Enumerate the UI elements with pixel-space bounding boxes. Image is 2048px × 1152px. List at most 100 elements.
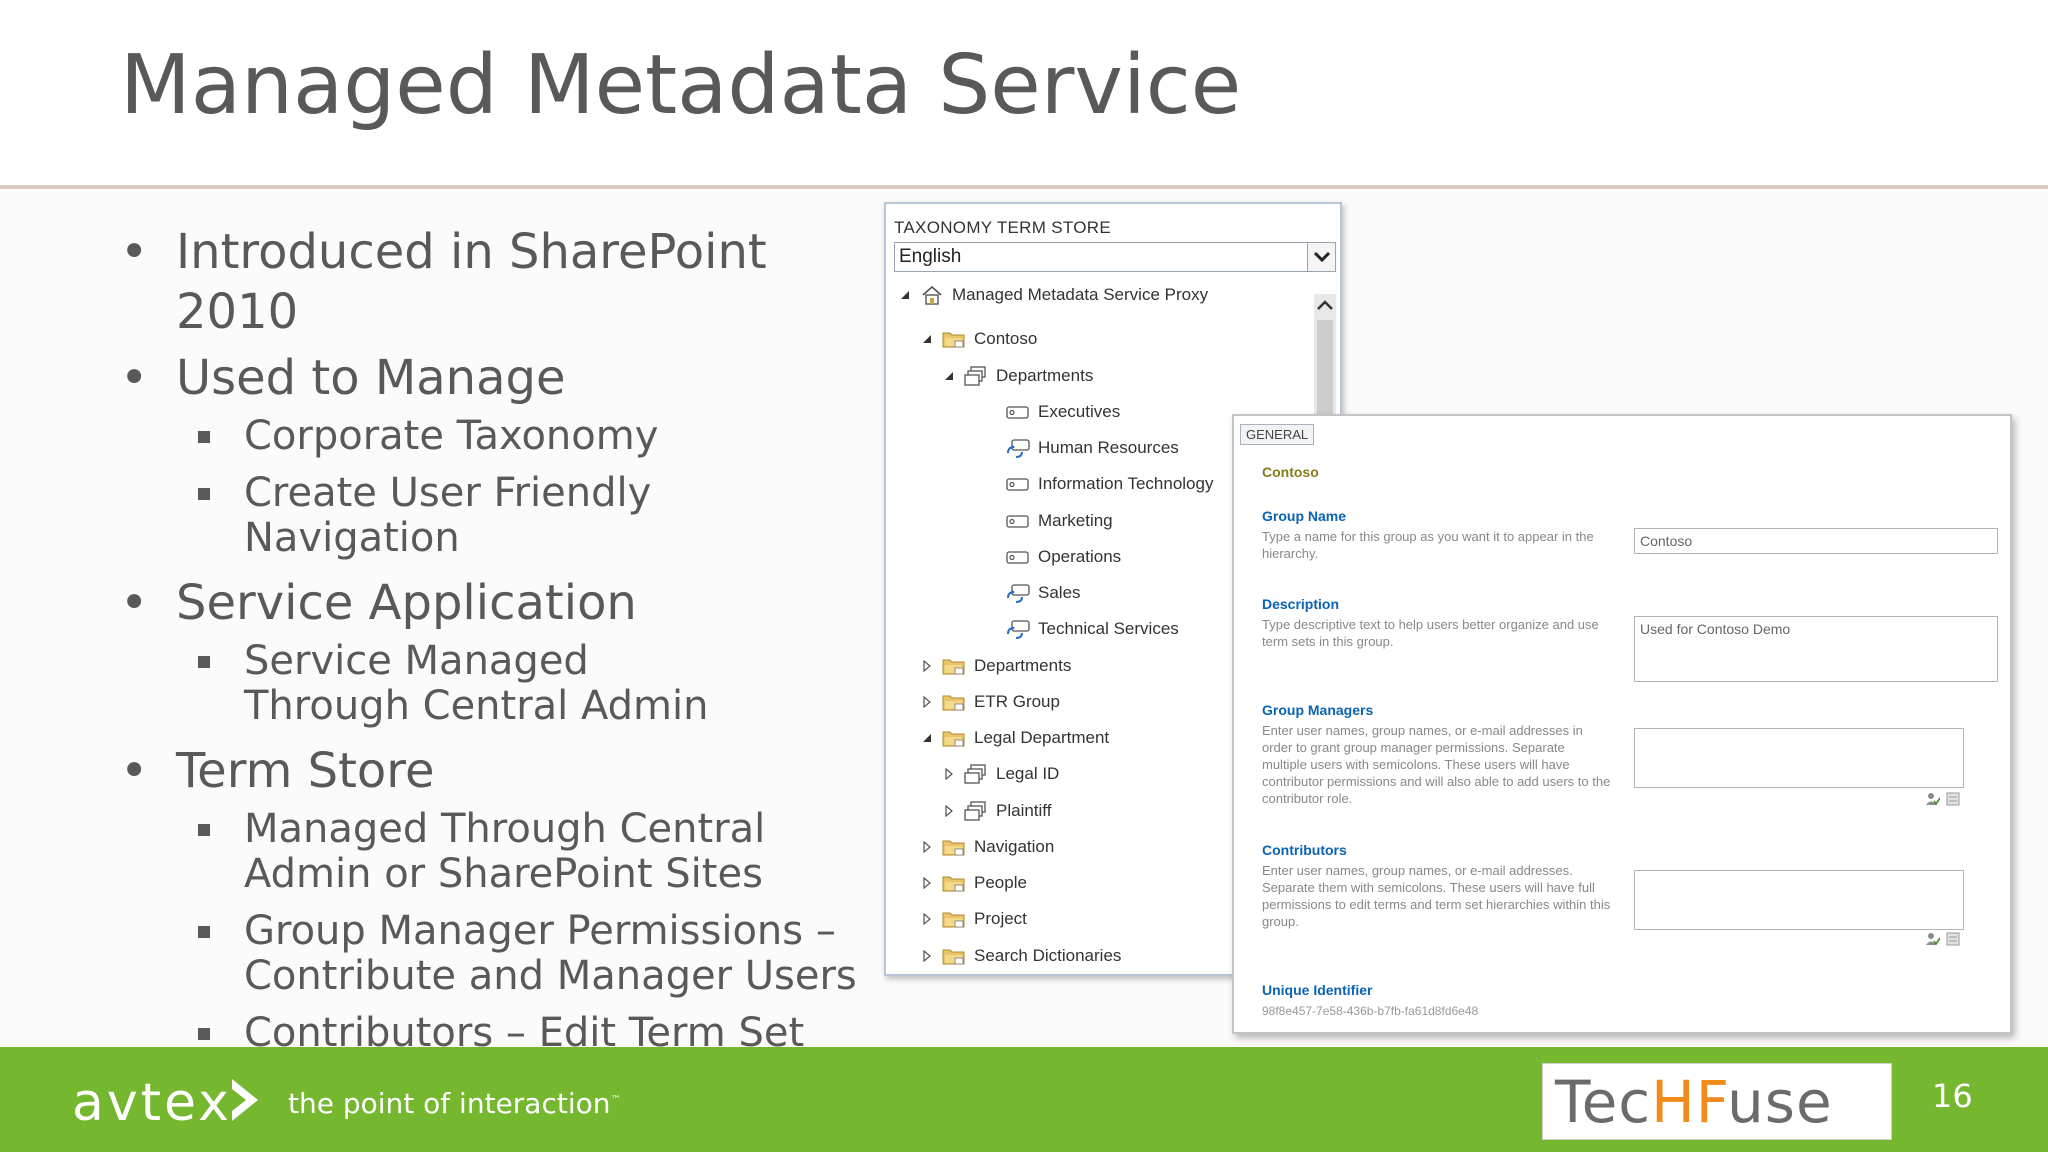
description-textarea[interactable]: Used for Contoso Demo (1634, 616, 1998, 682)
description-label: Description (1262, 596, 1340, 612)
tree-item-label: Sales (1038, 583, 1081, 602)
tree-item[interactable]: Managed Metadata Service Proxy (896, 280, 1208, 310)
tagline: the point of interaction™ (288, 1087, 621, 1120)
term-store-header: TAXONOMY TERM STORE (894, 218, 1111, 237)
sub-bullet-item: Create User Friendly Navigation (112, 471, 872, 561)
tree-item-label: Human Resources (1038, 438, 1179, 457)
tree-item[interactable]: Executives (982, 397, 1120, 427)
term-reuse-icon (1006, 618, 1030, 640)
browse-address-book-icon[interactable] (1946, 792, 1960, 806)
bullet-item: • Term Store (120, 743, 435, 799)
tree-item[interactable]: Project (918, 904, 1027, 934)
folder-icon (942, 945, 966, 967)
tab-general[interactable]: GENERAL (1240, 424, 1315, 445)
group-managers-input[interactable] (1634, 728, 1964, 788)
tree-item-label: Marketing (1038, 511, 1113, 530)
browse-address-book-icon[interactable] (1946, 932, 1960, 946)
folder-icon (942, 872, 966, 894)
collapsed-triangle-icon[interactable] (918, 910, 936, 928)
language-value: English (899, 246, 962, 267)
scroll-up-icon[interactable] (1314, 294, 1336, 316)
bullet-text: Used to Manage (176, 350, 566, 406)
tree-item-label: Managed Metadata Service Proxy (952, 285, 1209, 304)
expanded-triangle-icon[interactable] (918, 330, 936, 348)
folder-icon (942, 691, 966, 713)
termset-icon (964, 800, 988, 822)
expanded-triangle-icon[interactable] (940, 367, 958, 385)
term-icon (1006, 401, 1030, 423)
general-properties-panel: GENERAL Contoso Group Name Type a name f… (1232, 414, 2012, 1034)
tree-item-label: Technical Services (1038, 619, 1179, 638)
collapsed-triangle-icon[interactable] (940, 802, 958, 820)
tree-item[interactable]: Sales (982, 578, 1081, 608)
language-select[interactable]: English (894, 242, 1336, 272)
tree-item[interactable]: Human Resources (982, 433, 1179, 463)
tree-item[interactable]: Departments (940, 361, 1093, 391)
tree-item[interactable]: Operations (982, 542, 1121, 572)
sub-bullet-item: Service Managed Through Central Admin (112, 639, 872, 729)
tree-item[interactable]: People (918, 868, 1027, 898)
expanded-triangle-icon[interactable] (896, 286, 914, 304)
tree-item[interactable]: Search Dictionaries (918, 941, 1121, 971)
tree-item[interactable]: Legal Department (918, 723, 1109, 753)
bullet-item: • Service Application (120, 575, 637, 631)
chevron-down-icon[interactable] (1307, 243, 1335, 271)
tree-item-label: Operations (1038, 547, 1122, 566)
unique-identifier-label: Unique Identifier (1262, 982, 1373, 998)
bullet-list: • Introduced in SharePoint 2010 • Used to … (112, 222, 872, 1068)
collapsed-triangle-icon[interactable] (918, 874, 936, 892)
collapsed-triangle-icon[interactable] (918, 947, 936, 965)
tree-item-label: Information Technology (1038, 474, 1214, 493)
tree-item-label: Search Dictionaries (974, 946, 1122, 965)
sub-bullet-text: Group Manager Permissions – Contribute a… (244, 908, 857, 999)
folder-icon (942, 727, 966, 749)
collapsed-triangle-icon[interactable] (940, 765, 958, 783)
tree-item[interactable]: Contoso (918, 324, 1037, 354)
slide-title: Managed Metadata Service (120, 38, 1242, 133)
tree-item-label: Navigation (974, 837, 1055, 856)
tree-item-label: Legal ID (996, 764, 1060, 783)
term-icon (1006, 473, 1030, 495)
group-name-label: Group Name (1262, 508, 1347, 524)
expanded-triangle-icon[interactable] (918, 729, 936, 747)
footer-bar: avtex the point of interaction™ TecHFuse… (0, 1047, 2048, 1152)
tree-item-label: Departments (974, 656, 1072, 675)
group-heading: Contoso (1262, 464, 1319, 480)
termset-icon (964, 763, 988, 785)
bullet-text: Service Application (176, 575, 637, 631)
tree-item[interactable]: Plaintiff (940, 796, 1051, 826)
check-names-icon[interactable] (1926, 792, 1940, 806)
bullet-text: Introduced in SharePoint 2010 (176, 224, 767, 340)
tree-item-label: Contoso (974, 329, 1038, 348)
group-managers-help: Enter user names, group names, or e-mail… (1262, 723, 1611, 806)
tree-item[interactable]: Legal ID (940, 759, 1059, 789)
avtex-logo: avtex (72, 1073, 232, 1133)
folder-icon (942, 328, 966, 350)
folder-icon (942, 836, 966, 858)
sub-bullet-text: Create User Friendly Navigation (244, 470, 652, 561)
title-divider (0, 185, 2048, 189)
contributors-input[interactable] (1634, 870, 1964, 930)
page-number: 16 (1932, 1077, 1973, 1115)
techfuse-logo: TecHFuse (1542, 1063, 1892, 1140)
group-managers-label: Group Managers (1262, 702, 1374, 718)
tree-item[interactable]: ETR Group (918, 687, 1060, 717)
collapsed-triangle-icon[interactable] (918, 838, 936, 856)
tree-item[interactable]: Technical Services (982, 614, 1179, 644)
check-names-icon[interactable] (1926, 932, 1940, 946)
collapsed-triangle-icon[interactable] (918, 657, 936, 675)
group-name-input[interactable]: Contoso (1634, 528, 1998, 554)
tree-item-label: ETR Group (974, 692, 1060, 711)
tree-item[interactable]: Information Technology (982, 469, 1213, 499)
tree-item[interactable]: Departments (918, 651, 1071, 681)
sub-bullet-item: Corporate Taxonomy (112, 414, 872, 459)
tree-item[interactable]: Navigation (918, 832, 1054, 862)
collapsed-triangle-icon[interactable] (918, 693, 936, 711)
tree-item-label: Project (974, 909, 1027, 928)
tree-item[interactable]: Marketing (982, 506, 1113, 536)
description-help: Type descriptive text to help users bett… (1262, 617, 1599, 649)
folder-icon (942, 655, 966, 677)
